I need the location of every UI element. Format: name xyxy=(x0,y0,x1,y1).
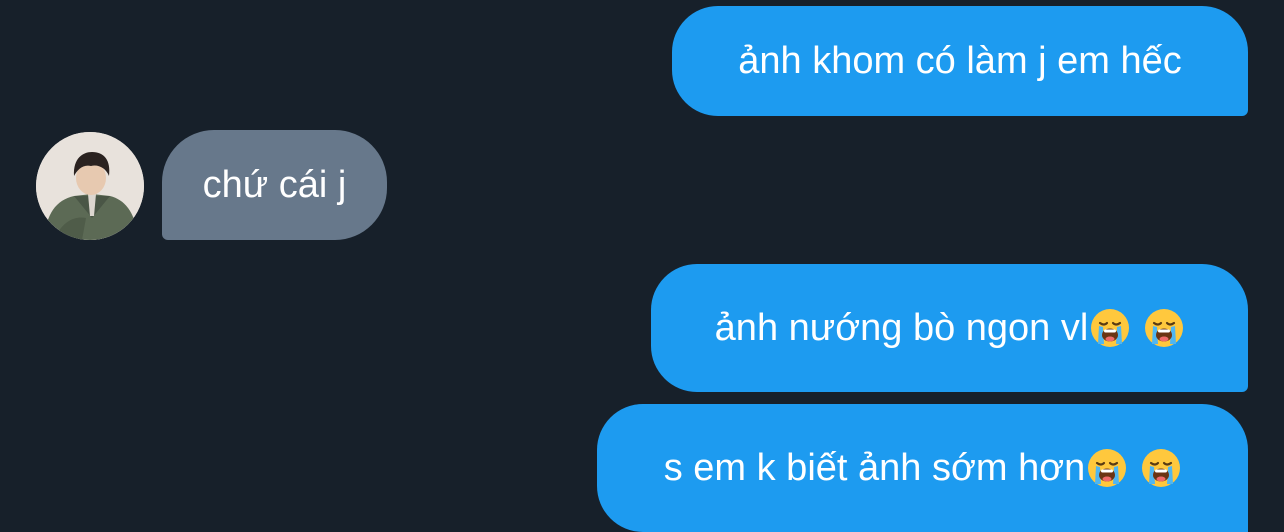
person-avatar-icon xyxy=(36,132,144,240)
message-bubble-sent[interactable]: ảnh khom có làm j em hếc xyxy=(672,6,1248,116)
message-text: s em k biết ảnh sớm hơn xyxy=(663,447,1086,489)
message-text: ảnh khom có làm j em hếc xyxy=(738,40,1182,82)
message-text: chứ cái j xyxy=(202,164,347,206)
message-text: ảnh nướng bò ngon vl xyxy=(714,307,1089,349)
loudly-crying-face-icon xyxy=(1090,308,1130,348)
message-bubble-sent[interactable]: ảnh nướng bò ngon vl xyxy=(651,264,1248,392)
message-bubble-received[interactable]: chứ cái j xyxy=(162,130,387,240)
loudly-crying-face-icon xyxy=(1144,308,1184,348)
contact-avatar[interactable] xyxy=(36,132,144,240)
loudly-crying-face-icon xyxy=(1087,448,1127,488)
message-bubble-sent[interactable]: s em k biết ảnh sớm hơn xyxy=(597,404,1248,532)
chat-thread: ảnh khom có làm j em hếc chứ cái j ảnh n… xyxy=(0,0,1284,532)
loudly-crying-face-icon xyxy=(1141,448,1181,488)
